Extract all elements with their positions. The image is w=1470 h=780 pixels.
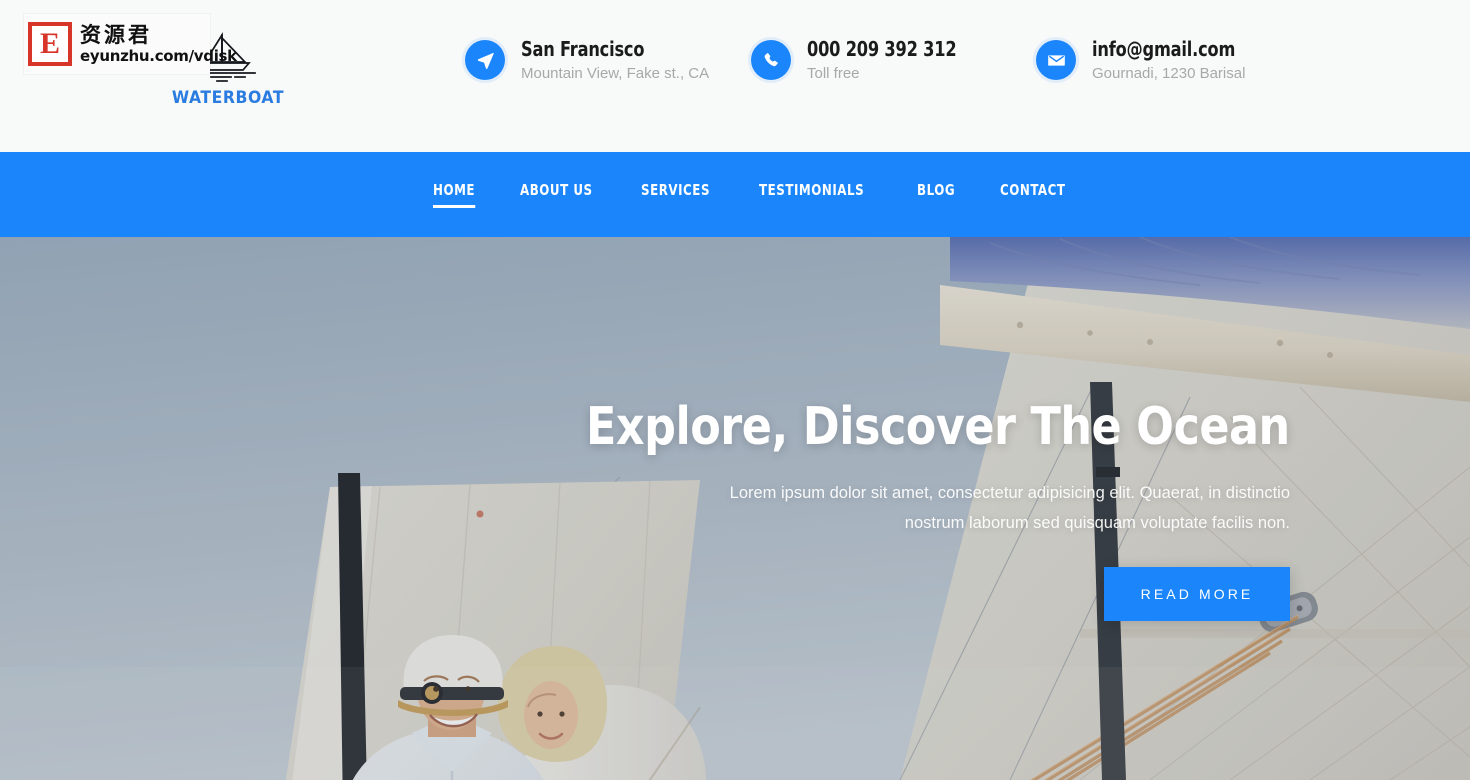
hero-title: Explore, Discover The Ocean [586, 397, 1290, 458]
nav-item-contact[interactable]: CONTACT [1000, 181, 1066, 208]
watermark-chinese-text: 资源君 [80, 22, 152, 47]
nav-item-testimonials[interactable]: TESTIMONIALS [759, 181, 864, 208]
nav-list: HOME ABOUT US SERVICES TESTIMONIALS BLOG… [433, 181, 1074, 208]
contact-subtitle: Mountain View, Fake st., CA [521, 65, 710, 82]
contact-item-email[interactable]: info@gmail.com Gournadi, 1230 Barisal [1036, 38, 1251, 82]
hero-content: Explore, Discover The Ocean Lorem ipsum … [0, 237, 1290, 780]
contact-title: 000 209 392 312 [807, 37, 957, 61]
contact-item-location[interactable]: San Francisco Mountain View, Fake st., C… [465, 38, 751, 82]
contact-subtitle: Gournadi, 1230 Barisal [1092, 65, 1246, 82]
watermark-logo-letter: E [28, 22, 72, 66]
phone-icon [751, 40, 791, 81]
read-more-button[interactable]: READ MORE [1104, 566, 1290, 621]
nav-item-services[interactable]: SERVICES [641, 181, 710, 208]
contact-text: San Francisco Mountain View, Fake st., C… [521, 37, 710, 83]
contact-text: info@gmail.com Gournadi, 1230 Barisal [1092, 37, 1251, 83]
header-contact-list: San Francisco Mountain View, Fake st., C… [465, 38, 1251, 82]
watermark-url: eyunzhu.com/vdisk [80, 46, 237, 65]
nav-item-home[interactable]: HOME [433, 181, 475, 208]
envelope-icon [1036, 40, 1076, 81]
site-header: WATERBOAT E 资源君 eyunzhu.com/vdisk San Fr… [0, 0, 1470, 152]
contact-title: San Francisco [521, 37, 645, 61]
nav-item-about-us[interactable]: ABOUT US [520, 181, 593, 208]
contact-title: info@gmail.com [1092, 37, 1236, 61]
hero-subtitle: Lorem ipsum dolor sit amet, consectetur … [729, 483, 1290, 533]
watermark-badge: E 资源君 eyunzhu.com/vdisk [24, 14, 237, 74]
brand-name: WATERBOAT [171, 88, 285, 108]
contact-text: 000 209 392 312 Toll free [807, 37, 973, 83]
nav-item-blog[interactable]: BLOG [917, 181, 955, 208]
main-navigation: HOME ABOUT US SERVICES TESTIMONIALS BLOG… [0, 152, 1470, 237]
location-arrow-icon [465, 40, 505, 81]
contact-subtitle: Toll free [807, 65, 860, 82]
hero-banner: Explore, Discover The Ocean Lorem ipsum … [0, 237, 1470, 780]
contact-item-phone[interactable]: 000 209 392 312 Toll free [751, 38, 1036, 82]
watermark-text: 资源君 eyunzhu.com/vdisk [80, 22, 237, 65]
